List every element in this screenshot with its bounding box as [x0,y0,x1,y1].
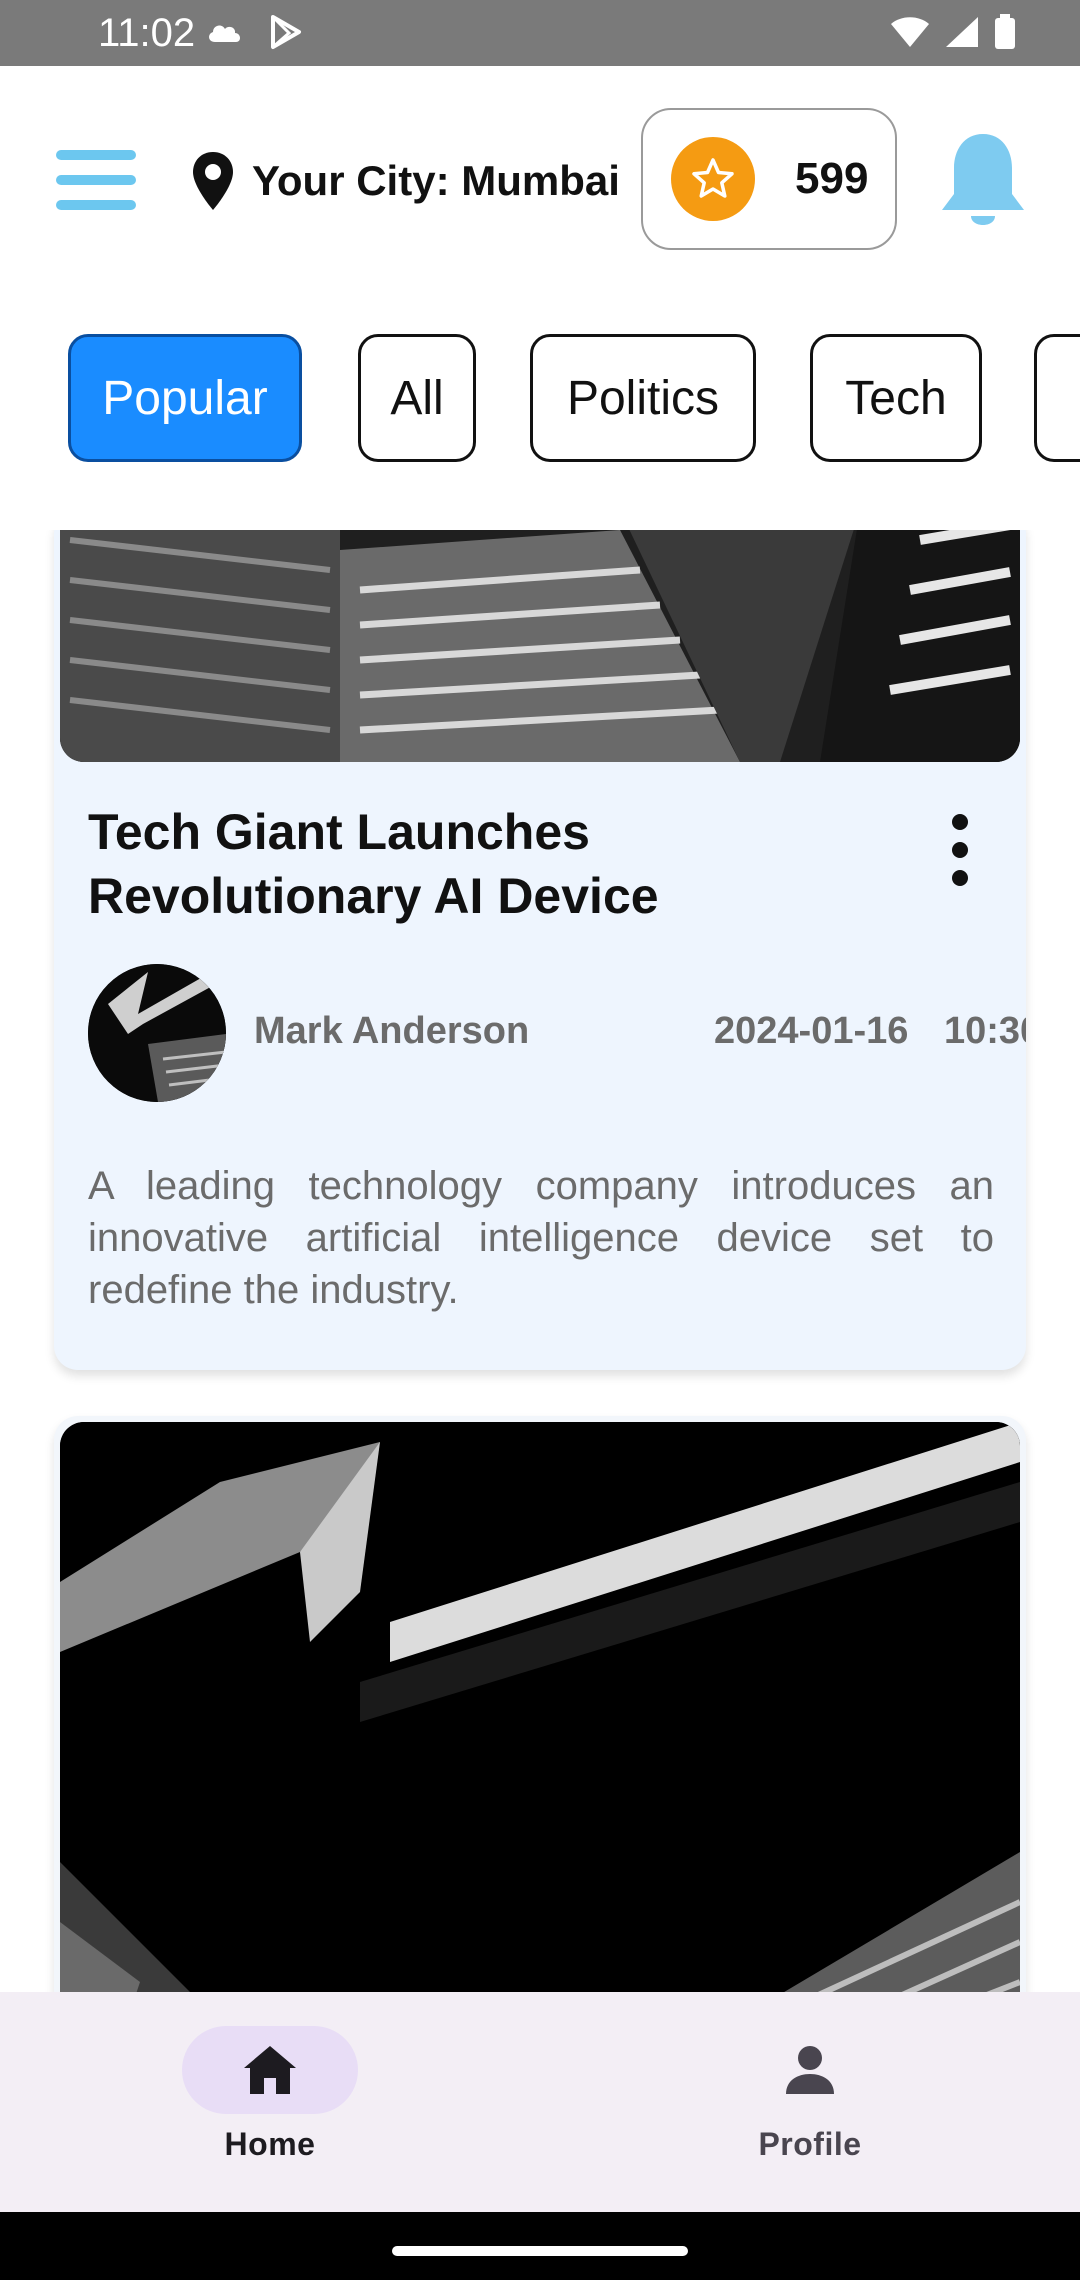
article-date: 2024-01-16 [714,1010,909,1052]
article-card[interactable]: Tech Giant Launches Revolutionary AI Dev… [54,530,1026,1370]
home-icon [244,2046,296,2094]
wifi-icon [891,17,929,47]
bell-icon[interactable] [938,130,1028,234]
chip-politics[interactable]: Politics [530,334,756,462]
article-author: Mark Anderson [254,1010,530,1052]
bottom-navigation: Home Profile [0,1992,1080,2212]
chip-tech[interactable]: Tech [810,334,982,462]
more-options-icon[interactable] [942,810,978,890]
article-time: 10:30 [944,1010,1026,1052]
news-feed[interactable]: Tech Giant Launches Revolutionary AI Dev… [0,530,1080,1992]
points-value: 599 [795,154,869,203]
article-image [60,530,1020,762]
cloud-icon [209,25,241,42]
nav-profile-label: Profile [758,2126,862,2162]
chip-popular[interactable]: Popular [68,334,302,462]
nav-profile[interactable]: Profile [680,2026,940,2176]
status-right-icons [890,14,1016,50]
location-pin-icon [193,152,233,210]
screen: 11:02 Your City: Mumbai 599 Popular All … [0,0,1080,2280]
app-header: Your City: Mumbai 599 [0,66,1080,296]
nav-home-label: Home [224,2126,316,2162]
nav-home[interactable]: Home [140,2026,400,2176]
city-label: Your City: Mumbai [252,157,620,204]
chip-all[interactable]: All [358,334,476,462]
gesture-handle[interactable] [392,2246,688,2256]
status-time: 11:02 [98,11,196,55]
article-card[interactable] [54,1416,1026,1992]
chip-next[interactable] [1034,334,1080,462]
play-store-icon [271,15,301,49]
avatar [88,964,226,1102]
city-selector[interactable]: Your City: Mumbai [190,148,620,214]
status-left-icons [205,14,303,50]
person-icon [786,2046,834,2094]
battery-icon [995,14,1015,49]
signal-icon [946,17,978,47]
points-chip[interactable]: 599 [641,108,897,250]
gesture-bar [0,2212,1080,2280]
star-icon [671,137,755,221]
article-image [60,1422,1020,1992]
status-bar: 11:02 [0,0,1080,66]
article-title[interactable]: Tech Giant Launches Revolutionary AI Dev… [88,800,848,928]
category-chips: Popular All Politics Tech [0,334,1080,464]
article-description: A leading technology company introduces … [88,1164,994,1312]
hamburger-menu-icon[interactable] [56,150,136,210]
